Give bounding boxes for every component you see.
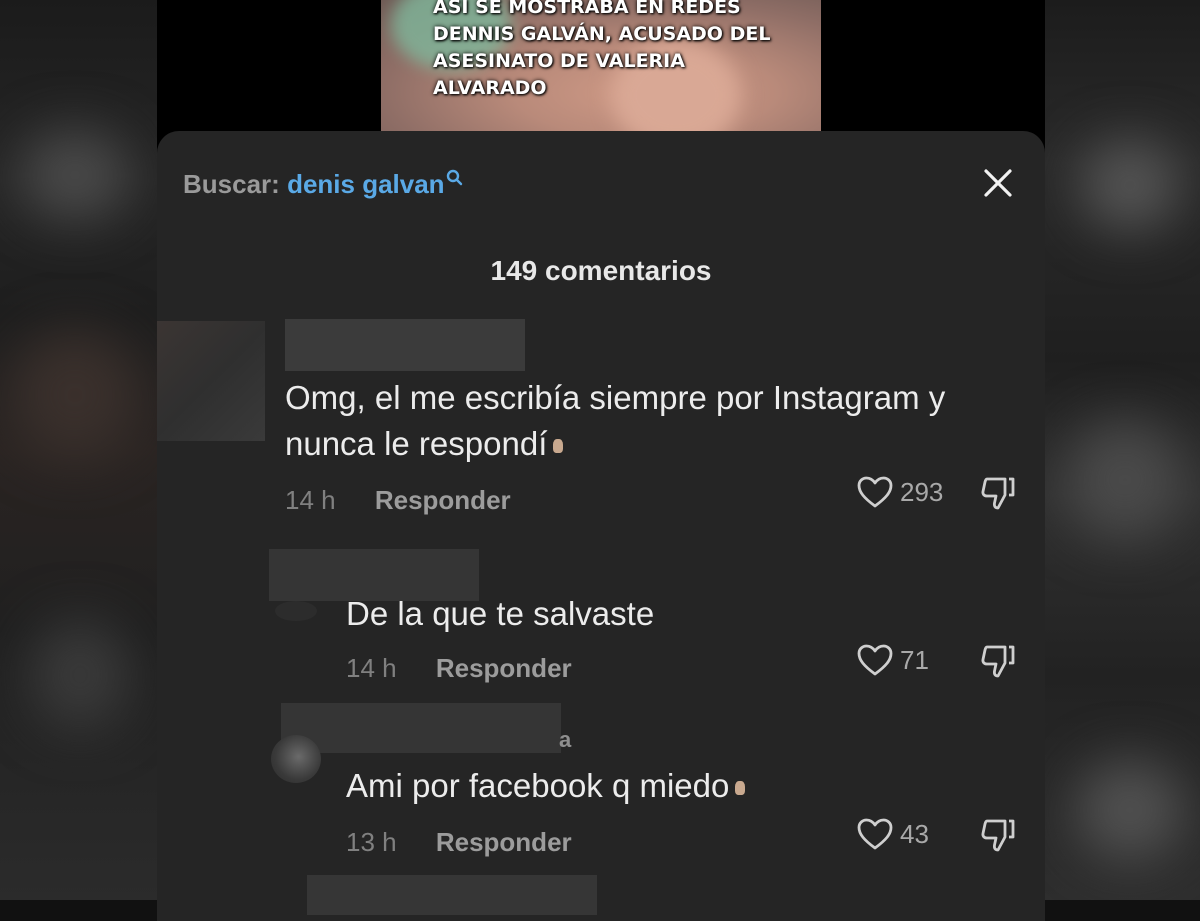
heart-icon xyxy=(857,476,893,508)
comment-meta: 14 h Responder xyxy=(346,653,572,684)
dislike-icon xyxy=(981,645,1015,678)
like-button[interactable]: 71 xyxy=(856,643,929,677)
like-count: 293 xyxy=(900,476,944,507)
close-icon xyxy=(984,169,1012,197)
close-button[interactable] xyxy=(980,165,1018,203)
username-redacted[interactable] xyxy=(281,703,561,753)
dislike-button[interactable] xyxy=(979,643,1017,684)
comment-time: 14 h xyxy=(285,485,336,515)
comment-time: 14 h xyxy=(346,653,397,683)
like-count: 43 xyxy=(900,818,929,849)
reply-button[interactable]: Responder xyxy=(436,653,572,683)
search-icon[interactable] xyxy=(445,169,463,195)
like-button[interactable]: 293 xyxy=(856,475,943,509)
comment-text-line: nunca le respondí xyxy=(285,425,548,462)
comment-text: De la que te salvaste xyxy=(346,595,655,632)
comment-time: 13 h xyxy=(346,827,397,857)
dislike-icon xyxy=(981,819,1015,852)
comments-sheet: Buscar: denis galvan 149 comentarios Omg… xyxy=(157,131,1045,921)
search-suggestion[interactable]: Buscar: denis galvan xyxy=(183,169,463,200)
comment-text: Ami por facebook q miedo xyxy=(346,763,746,809)
emoji-icon xyxy=(735,781,746,796)
reply-button[interactable]: Responder xyxy=(375,485,511,515)
dislike-button[interactable] xyxy=(979,475,1017,516)
video-caption: ASÍ SE MOSTRABA EN REDES DENNIS GALVÁN, … xyxy=(433,0,771,99)
comment-meta: 14 h Responder xyxy=(285,485,511,516)
comment-count: 149 comentarios xyxy=(490,255,712,286)
avatar[interactable] xyxy=(275,601,317,621)
blurred-backdrop-right xyxy=(1045,0,1200,900)
dislike-button[interactable] xyxy=(979,817,1017,858)
search-term-link[interactable]: denis galvan xyxy=(287,169,445,199)
dislike-icon xyxy=(981,477,1015,510)
like-count: 71 xyxy=(900,644,929,675)
video-thumbnail[interactable]: ASÍ SE MOSTRABA EN REDES DENNIS GALVÁN, … xyxy=(381,0,821,132)
comment-text-line: Omg, el me escribía siempre por Instagra… xyxy=(285,379,946,416)
like-button[interactable]: 43 xyxy=(856,817,929,851)
search-label: Buscar: xyxy=(183,169,280,199)
comment-meta: 13 h Responder xyxy=(346,827,572,858)
username-redacted[interactable] xyxy=(285,319,525,371)
comment-text-line: Ami por facebook q miedo xyxy=(346,767,730,804)
heart-icon xyxy=(857,644,893,676)
comment-text: Omg, el me escribía siempre por Instagra… xyxy=(285,375,1025,467)
username-redacted[interactable] xyxy=(307,875,597,915)
reply-button[interactable]: Responder xyxy=(436,827,572,857)
blurred-backdrop-left xyxy=(0,0,157,900)
emoji-icon xyxy=(553,439,564,454)
heart-icon xyxy=(857,818,893,850)
username-suffix: a xyxy=(559,727,572,752)
avatar[interactable] xyxy=(157,321,265,441)
avatar[interactable] xyxy=(271,735,321,783)
